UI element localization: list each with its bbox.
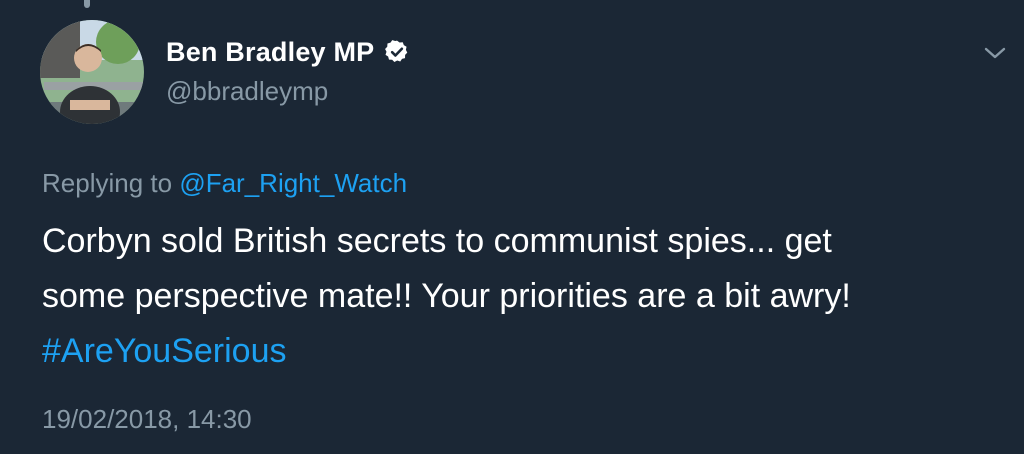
chevron-down-icon[interactable] — [982, 44, 1008, 62]
replying-to: Replying to @Far_Right_Watch — [42, 168, 407, 199]
name-row: Ben Bradley MP — [166, 34, 410, 70]
author-handle[interactable]: @bbradleymp — [166, 76, 410, 107]
hashtag-link[interactable]: #AreYouSerious — [42, 332, 286, 370]
timestamp[interactable]: 19/02/2018, 14:30 — [42, 404, 252, 435]
tweet-text-line: some perspective mate!! Your priorities … — [42, 277, 851, 315]
reply-target-link[interactable]: @Far_Right_Watch — [179, 168, 407, 198]
replying-to-label: Replying to — [42, 168, 180, 198]
thread-line — [84, 0, 90, 8]
verified-badge-icon — [385, 40, 408, 62]
tweet-text-line: Corbyn sold British secrets to communist… — [42, 222, 832, 260]
avatar-image — [40, 20, 144, 124]
avatar[interactable] — [40, 20, 144, 124]
author-block: Ben Bradley MP @bbradleymp — [166, 34, 410, 107]
author-display-name[interactable]: Ben Bradley MP — [166, 37, 374, 68]
tweet-card: Ben Bradley MP @bbradleymp Replying to @… — [0, 0, 1024, 454]
tweet-text: Corbyn sold British secrets to communist… — [42, 214, 1002, 379]
